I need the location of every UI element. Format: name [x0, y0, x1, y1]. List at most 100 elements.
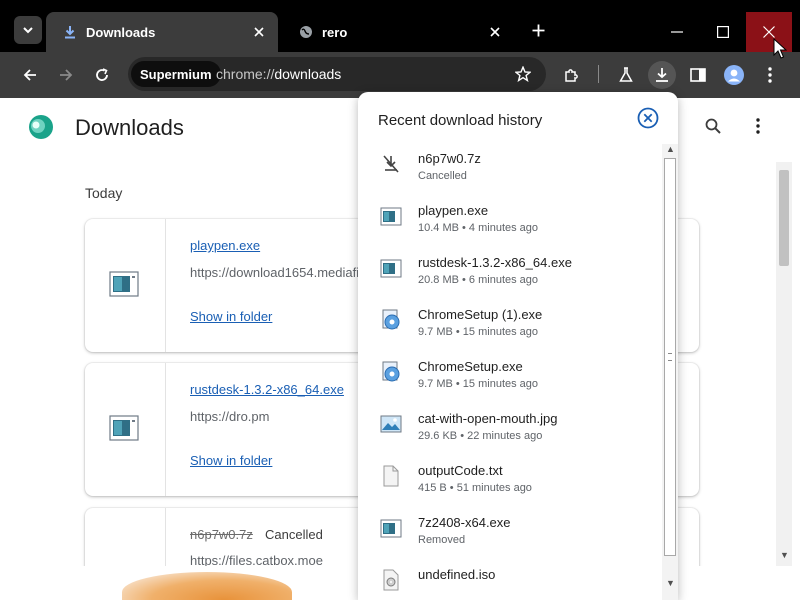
download-item[interactable]: rustdesk-1.3.2-x86_64.exe 20.8 MB • 6 mi…	[358, 248, 662, 300]
page-title: Downloads	[75, 115, 184, 140]
download-name: n6p7w0.7z	[418, 151, 481, 166]
reload-button[interactable]	[88, 61, 116, 89]
close-icon[interactable]	[250, 23, 268, 41]
download-item[interactable]: cat-with-open-mouth.jpg 29.6 KB • 22 min…	[358, 404, 662, 456]
download-name: undefined.iso	[418, 567, 496, 582]
page-scrollbar[interactable]: ▼	[776, 162, 792, 566]
star-icon	[515, 66, 531, 82]
search-button[interactable]	[701, 114, 725, 138]
exe-file-icon	[109, 415, 139, 441]
title-bar: Downloads rero	[0, 0, 800, 52]
exe-file-icon	[380, 519, 402, 538]
avatar-icon	[724, 65, 744, 85]
bookmark-star-button[interactable]	[510, 61, 536, 87]
bubble-title: Recent download history	[378, 112, 543, 129]
download-icon	[62, 24, 78, 40]
tab-search-button[interactable]	[14, 16, 42, 44]
download-meta: 9.7 MB • 15 minutes ago	[418, 326, 539, 338]
profile-button[interactable]	[720, 61, 748, 89]
disc-image-icon	[383, 569, 399, 591]
download-name: 7z2408-x64.exe	[418, 515, 511, 530]
download-name: rustdesk-1.3.2-x86_64.exe	[418, 255, 572, 270]
download-item[interactable]: undefined.iso	[358, 560, 662, 600]
download-item[interactable]: ChromeSetup (1).exe 9.7 MB • 15 minutes …	[358, 300, 662, 352]
bubble-scrollbar[interactable]: ▲ ▼	[662, 144, 678, 600]
cancelled-download-icon	[383, 155, 399, 173]
more-vertical-icon	[756, 118, 760, 134]
url-text[interactable]: chrome://downloads	[216, 66, 341, 82]
search-icon	[705, 118, 721, 134]
minimize-icon	[671, 31, 683, 33]
scroll-thumb[interactable]	[779, 170, 789, 266]
close-icon[interactable]	[637, 107, 659, 129]
scroll-up-arrow-icon[interactable]: ▲	[666, 144, 675, 154]
forward-button[interactable]	[52, 61, 80, 89]
tab-title: Downloads	[86, 24, 156, 40]
new-tab-button[interactable]	[526, 18, 550, 42]
extensions-button[interactable]	[558, 61, 586, 89]
installer-file-icon	[382, 309, 400, 330]
download-status: Cancelled	[265, 527, 323, 542]
file-name-link[interactable]: rustdesk-1.3.2-x86_64.exe	[190, 382, 344, 397]
close-icon	[763, 26, 775, 38]
download-icon	[656, 68, 668, 82]
scroll-down-arrow-icon[interactable]: ▼	[666, 578, 675, 588]
back-button[interactable]	[16, 61, 44, 89]
wallpaper-image	[122, 572, 292, 600]
scroll-down-arrow-icon[interactable]: ▼	[780, 550, 789, 560]
flask-icon	[619, 67, 633, 82]
arrow-left-icon	[23, 69, 36, 81]
globe-icon	[298, 24, 314, 40]
installer-file-icon	[382, 361, 400, 382]
download-meta: 20.8 MB • 6 minutes ago	[418, 274, 539, 286]
text-file-icon	[383, 465, 399, 487]
show-in-folder-link[interactable]: Show in folder	[190, 453, 272, 468]
close-icon[interactable]	[486, 23, 504, 41]
download-name: ChromeSetup.exe	[418, 359, 523, 374]
date-heading: Today	[85, 185, 123, 201]
more-vertical-icon	[768, 67, 772, 83]
download-name: outputCode.txt	[418, 463, 503, 478]
page-menu-button[interactable]	[746, 114, 770, 138]
download-meta: 10.4 MB • 4 minutes ago	[418, 222, 539, 234]
supermium-logo-icon	[29, 115, 53, 139]
reload-icon	[96, 68, 108, 81]
url-scheme: chrome://	[216, 66, 275, 82]
maximize-button[interactable]	[700, 12, 746, 52]
browser-menu-button[interactable]	[756, 61, 784, 89]
url-path: downloads	[274, 66, 342, 82]
download-meta: Removed	[418, 534, 466, 546]
download-name: playpen.exe	[418, 203, 489, 218]
labs-button[interactable]	[612, 61, 640, 89]
downloads-button[interactable]	[648, 61, 676, 89]
arrow-right-icon	[60, 69, 73, 81]
exe-file-icon	[380, 207, 402, 226]
download-item[interactable]: n6p7w0.7z Cancelled	[358, 144, 662, 196]
plus-icon	[532, 24, 544, 36]
download-meta: Cancelled	[418, 170, 467, 182]
toolbar-divider	[598, 65, 599, 83]
side-panel-button[interactable]	[684, 61, 712, 89]
maximize-icon	[717, 26, 729, 38]
download-item[interactable]: outputCode.txt 415 B • 51 minutes ago	[358, 456, 662, 508]
scroll-thumb[interactable]	[664, 158, 676, 556]
show-in-folder-link[interactable]: Show in folder	[190, 309, 272, 324]
side-panel-icon	[690, 68, 706, 82]
tab-downloads[interactable]: Downloads	[46, 12, 278, 52]
chevron-down-icon	[23, 27, 33, 34]
tab-rero[interactable]: rero	[282, 12, 514, 52]
download-item[interactable]: 7z2408-x64.exe Removed	[358, 508, 662, 560]
mouse-cursor-icon	[773, 38, 787, 59]
download-name: ChromeSetup (1).exe	[418, 307, 543, 322]
minimize-button[interactable]	[654, 12, 700, 52]
download-bubble: Recent download history n6p7w0.7z Cancel…	[358, 92, 678, 600]
download-meta: 9.7 MB • 15 minutes ago	[418, 378, 539, 390]
site-chip[interactable]: Supermium	[131, 61, 221, 87]
file-name-link[interactable]: playpen.exe	[190, 238, 260, 253]
file-name-text: n6p7w0.7z	[190, 527, 253, 542]
source-url: https://files.catbox.moe	[190, 553, 323, 566]
source-url: https://dro.pm	[190, 409, 270, 424]
download-item[interactable]: playpen.exe 10.4 MB • 4 minutes ago	[358, 196, 662, 248]
download-item[interactable]: ChromeSetup.exe 9.7 MB • 15 minutes ago	[358, 352, 662, 404]
image-file-icon	[380, 415, 402, 433]
